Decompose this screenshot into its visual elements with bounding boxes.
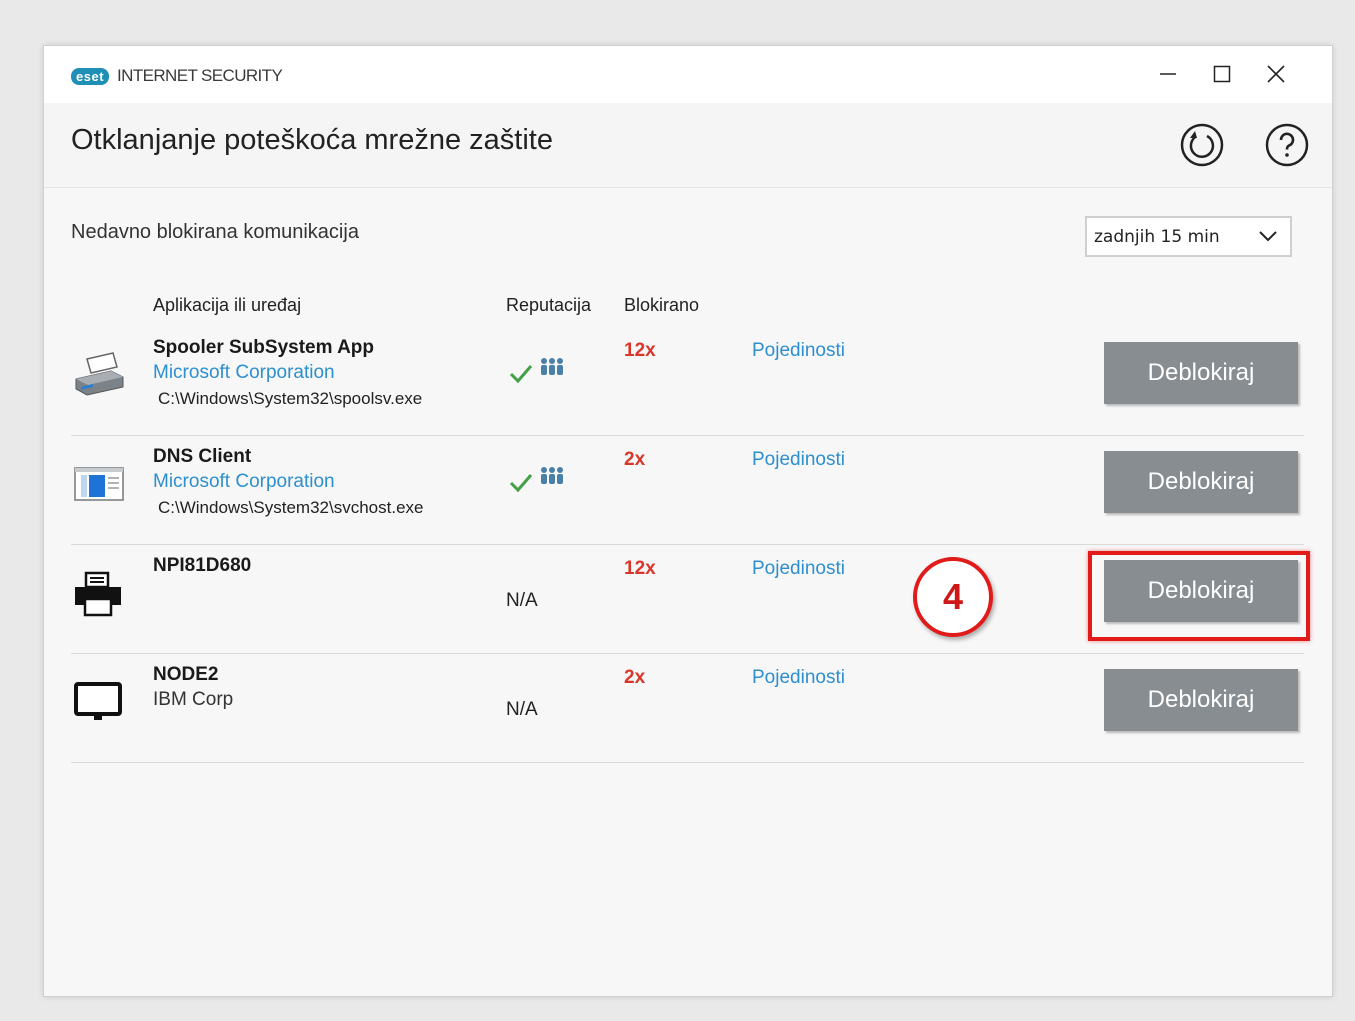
unblock-button[interactable]: Deblokiraj	[1104, 669, 1298, 731]
reputation-indicator	[508, 467, 578, 494]
brand: eset INTERNET SECURITY	[71, 66, 283, 86]
eset-logo: eset	[71, 67, 110, 85]
row-vendor: Microsoft Corporation	[153, 471, 335, 492]
printer-app-icon	[75, 352, 124, 396]
table-row: NODE2 IBM Corp N/A 2x Pojedinosti Deblok…	[71, 654, 1304, 763]
time-filter-value: zadnjih 15 min	[1094, 226, 1220, 247]
reputation-indicator	[508, 358, 578, 385]
blocked-count: 12x	[624, 340, 656, 361]
column-header-blocked: Blokirano	[624, 295, 700, 315]
row-path: C:\Windows\System32\spoolsv.exe	[158, 389, 423, 408]
help-button[interactable]	[1264, 122, 1310, 168]
close-button[interactable]	[1258, 59, 1294, 89]
row-path: C:\Windows\System32\svchost.exe	[158, 498, 424, 517]
row-name: DNS Client	[153, 446, 252, 467]
reputation-na: N/A	[506, 699, 538, 720]
unblock-button[interactable]: Deblokiraj	[1104, 342, 1298, 404]
minimize-button[interactable]	[1150, 59, 1186, 89]
check-icon	[509, 365, 533, 384]
application-window-icon	[74, 467, 124, 501]
blocked-count: 12x	[624, 558, 656, 579]
section-label: Nedavno blokirana komunikacija	[71, 221, 359, 243]
details-link[interactable]: Pojedinosti	[752, 449, 845, 471]
row-name: NODE2	[153, 664, 219, 685]
maximize-icon	[1213, 65, 1231, 83]
check-icon	[509, 474, 533, 493]
details-link[interactable]: Pojedinosti	[752, 340, 845, 362]
users-icon	[541, 358, 563, 375]
page-title: Otklanjanje poteškoća mrežne zaštite	[71, 124, 553, 156]
refresh-icon	[1180, 123, 1224, 167]
row-name: NPI81D680	[153, 555, 252, 576]
step-number-badge: 4	[913, 557, 993, 637]
product-name: INTERNET SECURITY	[117, 66, 283, 85]
details-link[interactable]: Pojedinosti	[752, 558, 845, 580]
column-header-app: Aplikacija ili uređaj	[153, 295, 302, 315]
blocked-count: 2x	[624, 667, 646, 688]
reputation-na: N/A	[506, 590, 538, 611]
printer-device-icon	[75, 571, 121, 617]
help-icon	[1265, 123, 1309, 167]
row-name: Spooler SubSystem App	[153, 337, 374, 358]
close-icon	[1267, 65, 1285, 83]
minimize-icon	[1160, 73, 1176, 75]
row-vendor: IBM Corp	[153, 689, 234, 710]
title-bar: eset INTERNET SECURITY	[44, 46, 1332, 103]
maximize-button[interactable]	[1204, 59, 1240, 89]
table-row: Spooler SubSystem App Microsoft Corporat…	[71, 327, 1304, 436]
page-header: Otklanjanje poteškoća mrežne zaštite	[44, 103, 1332, 188]
app-window: eset INTERNET SECURITY Otklanjanje poteš…	[43, 45, 1333, 997]
highlight-box	[1088, 551, 1310, 641]
chevron-down-icon	[1259, 231, 1277, 242]
time-filter-select[interactable]: zadnjih 15 min	[1085, 216, 1292, 257]
refresh-button[interactable]	[1179, 122, 1225, 168]
row-vendor: Microsoft Corporation	[153, 362, 335, 383]
users-icon	[541, 467, 563, 484]
column-header-reputation: Reputacija	[506, 295, 592, 315]
details-link[interactable]: Pojedinosti	[752, 667, 845, 689]
table-row: DNS Client Microsoft Corporation C:\Wind…	[71, 436, 1304, 545]
unblock-button[interactable]: Deblokiraj	[1104, 451, 1298, 513]
blocked-count: 2x	[624, 449, 646, 470]
monitor-icon	[74, 682, 122, 720]
